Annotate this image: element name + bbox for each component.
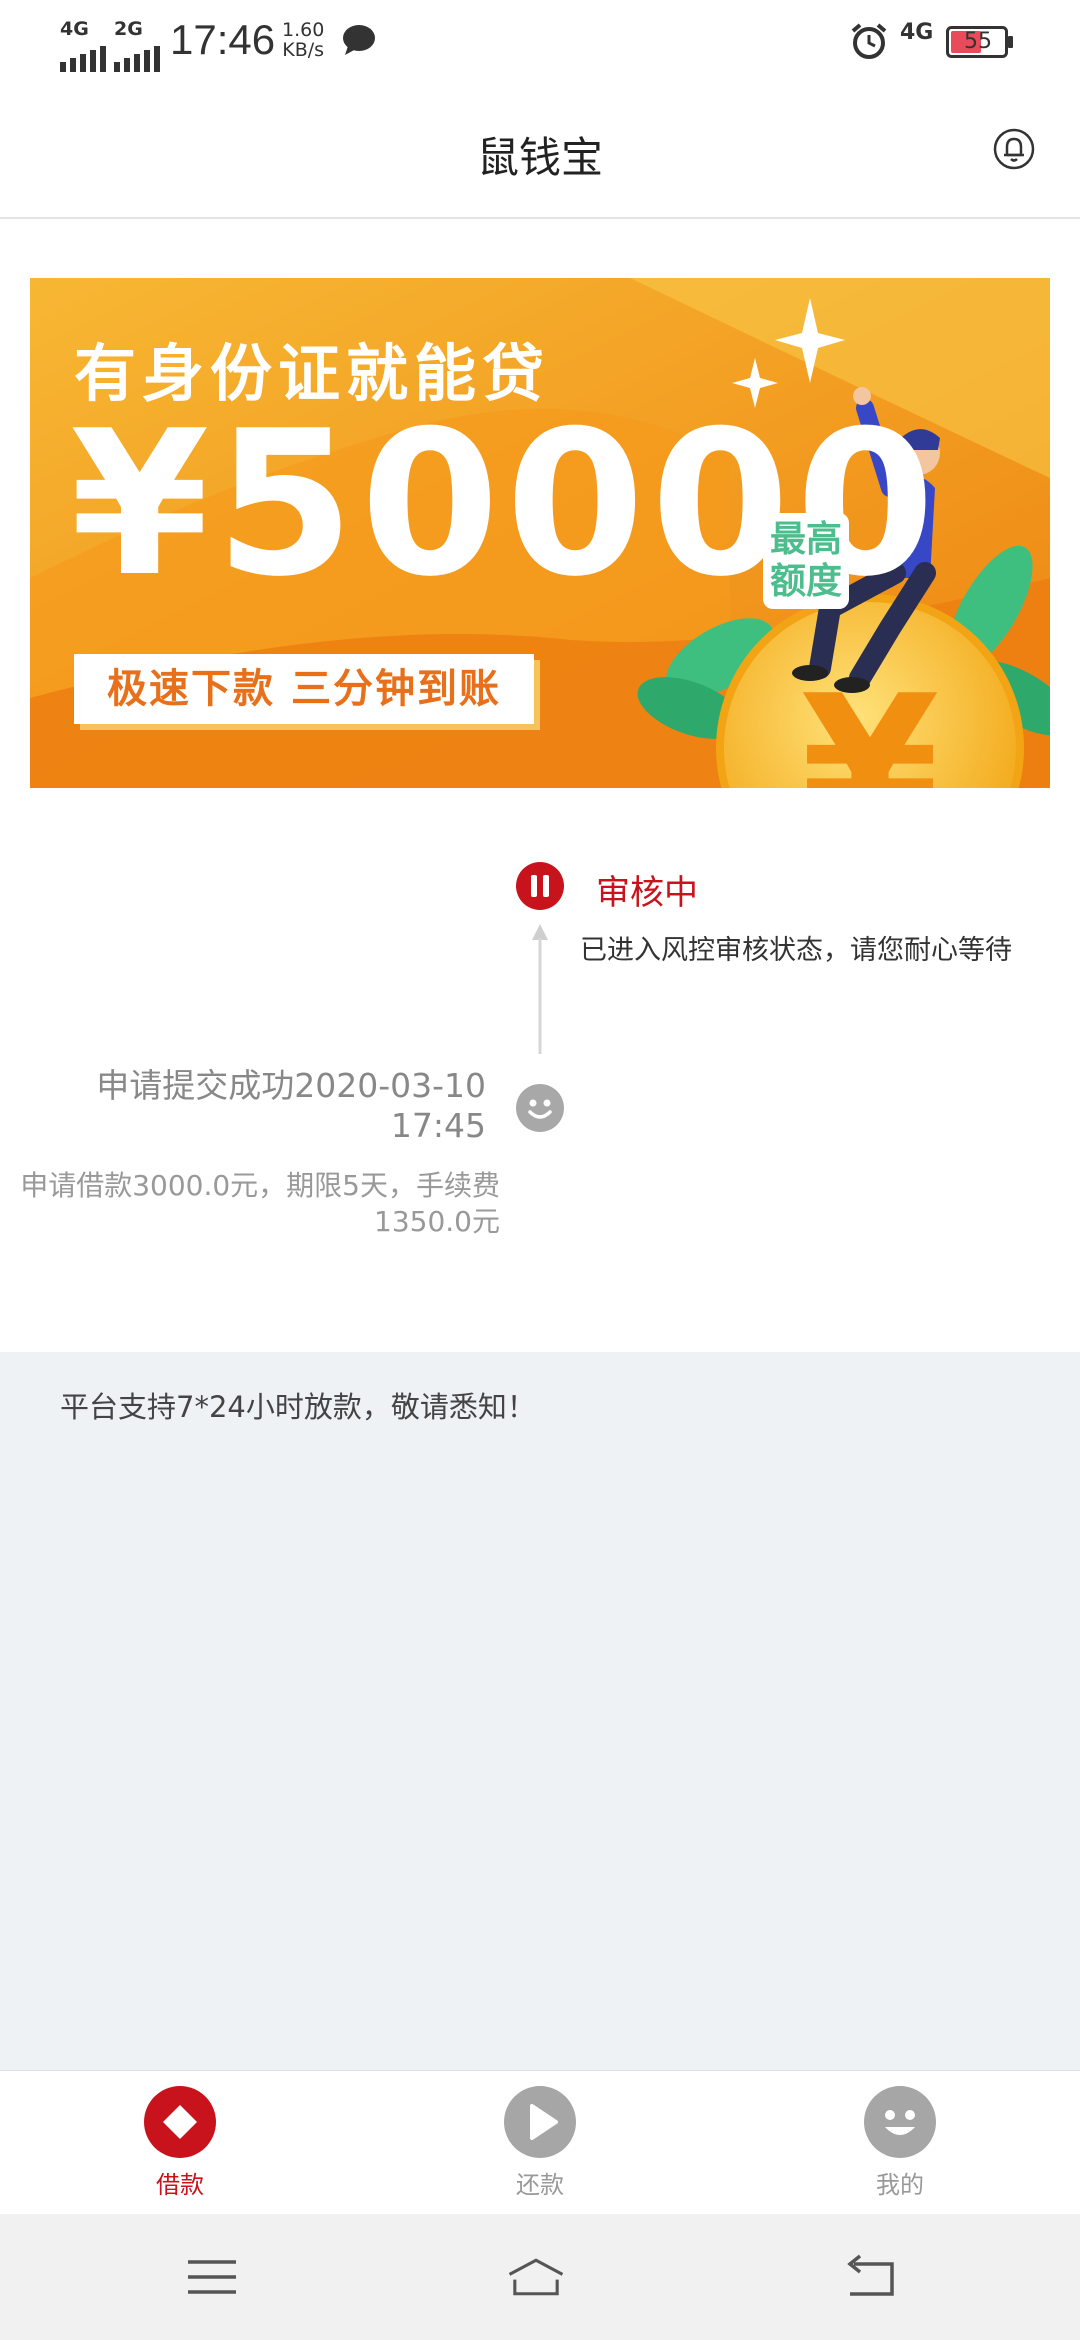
review-status-title: 审核中 (596, 873, 698, 913)
back-icon[interactable] (840, 2252, 900, 2302)
tab-repay[interactable]: 还款 (460, 2085, 620, 2205)
promo-banner[interactable]: ¥ 有身份证就能贷 ¥50000 最高额度 极速下款 三分钟到账 (30, 278, 1050, 788)
tab-label: 还款 (516, 2171, 564, 2199)
system-nav-bar (0, 2214, 1080, 2340)
banner-max-label: 最高额度 (763, 513, 849, 609)
network-type-label: 4G (900, 20, 934, 45)
bell-icon[interactable] (993, 128, 1035, 170)
tab-label: 我的 (876, 2171, 924, 2199)
menu-icon[interactable] (182, 2252, 242, 2302)
pause-icon (516, 862, 564, 910)
tab-borrow[interactable]: 借款 (100, 2085, 260, 2205)
network-speed: 1.60 KB/s (282, 20, 324, 60)
smile-icon (516, 1084, 564, 1132)
timeline-arrow-icon (532, 924, 548, 1054)
signal-icon (114, 46, 160, 72)
notice-text: 平台支持7*24小时放款，敬请悉知！ (60, 1390, 536, 1424)
battery-level: 55 (964, 29, 992, 54)
play-icon (504, 2086, 576, 2158)
alarm-icon (851, 23, 887, 59)
speed-unit: KB/s (282, 39, 325, 61)
bottom-tab-bar: 借款 还款 我的 (0, 2070, 1080, 2215)
status-bar: 4G 2G 17:46 1.60 KB/s 4G 55 (0, 0, 1080, 84)
review-status-description: 已进入风控审核状态，请您耐心等待 (580, 935, 1012, 966)
page-title: 鼠钱宝 (476, 133, 603, 182)
notice-area: 平台支持7*24小时放款，敬请悉知！ (0, 1352, 1080, 2070)
smile-icon (864, 2086, 936, 2158)
app-header: 鼠钱宝 (0, 84, 1080, 219)
home-icon[interactable] (506, 2252, 566, 2302)
signal-icon (60, 46, 106, 72)
submission-title: 申请提交成功2020-03-10 17:45 (96, 1066, 486, 1145)
speed-value: 1.60 (282, 19, 325, 41)
submission-description: 申请借款3000.0元，期限5天，手续费1350.0元 (20, 1169, 500, 1238)
tab-mine[interactable]: 我的 (820, 2085, 980, 2205)
network-type-label: 2G (114, 18, 143, 40)
tab-label: 借款 (156, 2171, 204, 2199)
banner-tagline: 极速下款 三分钟到账 (74, 654, 534, 724)
network-type-label: 4G (60, 18, 89, 40)
message-icon (343, 25, 375, 55)
clock-time: 17:46 (170, 16, 276, 63)
diamond-icon (144, 2086, 216, 2158)
